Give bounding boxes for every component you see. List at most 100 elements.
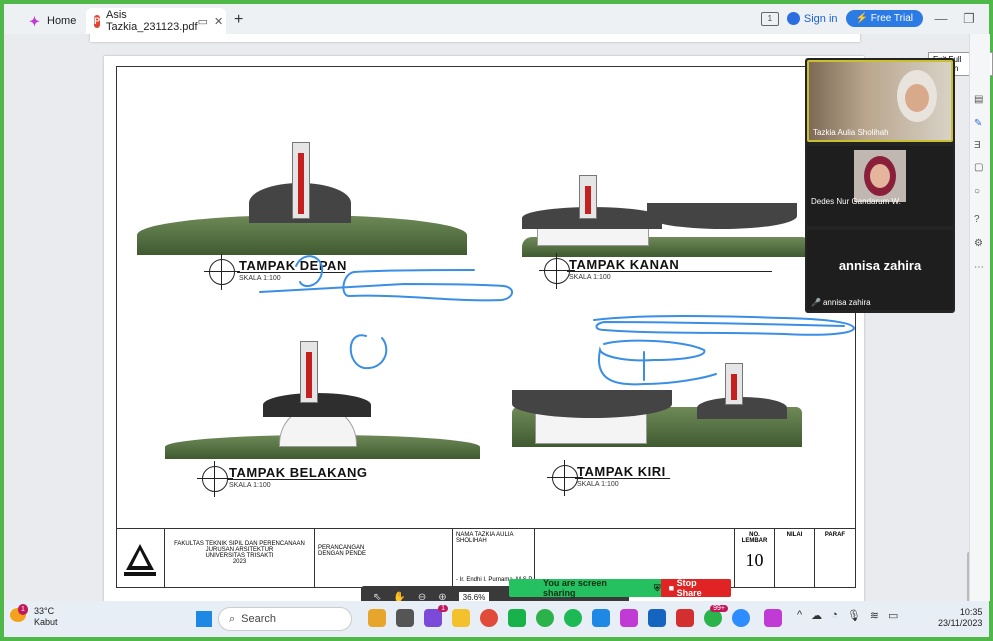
initial-label: PARAF	[824, 532, 846, 538]
home-logo-icon: ✦	[29, 13, 40, 29]
zoom-icon[interactable]	[732, 609, 750, 627]
sign-in-label: Sign in	[803, 12, 838, 25]
tab-document[interactable]: P Asis Tazkia_231123.pdf ▭ ✕	[86, 8, 226, 34]
windows-taskbar: 1 33°C Kabut ⌕ Search 1 99+ ^ ☁ ◔ 🎙 ≋ ▭ …	[4, 601, 989, 637]
grade-cell: NILAI	[775, 529, 815, 587]
mail-icon[interactable]	[592, 609, 610, 627]
participant-3-name: annisa zahira	[822, 298, 871, 307]
tab-bar: ✦ Home P Asis Tazkia_231123.pdf ▭ ✕ + 1 …	[4, 4, 989, 34]
participant-tile-1[interactable]: Tazkia Aulia Sholihah	[807, 60, 953, 142]
title-block: FAKULTAS TEKNIK SIPIL DAN PERENCANAAN JU…	[117, 528, 855, 587]
thumbnail-icon[interactable]: ▤	[974, 94, 983, 105]
weather-badge: 1	[18, 604, 28, 615]
screen-share-bar: You are screen sharing ⛨ ■ Stop Share	[509, 578, 731, 598]
whatsapp-icon[interactable]	[536, 609, 554, 627]
comment-icon[interactable]: ○	[974, 186, 980, 197]
windows-start-icon[interactable]	[196, 611, 212, 627]
settings-icon[interactable]: ⚙	[974, 238, 983, 249]
stop-share-label: Stop Share	[676, 578, 702, 598]
new-tab-button[interactable]: +	[234, 11, 243, 29]
drive-icon[interactable]: ◔	[831, 609, 838, 622]
zoom-level[interactable]: 36.6%	[458, 591, 490, 601]
left-roof	[512, 390, 672, 418]
taskbar-app-2-icon[interactable]	[396, 609, 414, 627]
left-scale: SKALA 1:100	[577, 481, 619, 488]
participant-tile-2[interactable]: Dedes Nur Gandarum W.	[807, 146, 953, 226]
hand-tool-icon[interactable]: ✋	[393, 592, 405, 602]
front-tower	[292, 142, 310, 219]
right-tower	[579, 175, 597, 219]
back-crosshair	[197, 461, 233, 497]
previous-page	[90, 34, 860, 42]
front-underline	[237, 272, 345, 273]
participant-1-face	[905, 84, 929, 112]
microphone-icon[interactable]: 🎙	[847, 609, 861, 622]
participant-2-name: Dedes Nur Gandarum W.	[811, 197, 901, 206]
back-scale: SKALA 1:100	[229, 482, 271, 489]
tab-home[interactable]: ✦ Home	[4, 8, 84, 34]
sign-in-button[interactable]: Sign in	[786, 12, 838, 25]
mic-muted-icon: 🎤	[811, 298, 821, 307]
app-3-badge: 1	[438, 605, 448, 612]
close-tab-icon[interactable]: ✕	[214, 15, 223, 28]
line-icon[interactable]	[508, 609, 526, 627]
system-tray: ^ ☁ ◔ 🎙 ≋ ▭	[797, 609, 898, 622]
stop-share-button[interactable]: ■ Stop Share	[660, 578, 731, 598]
chrome-icon[interactable]	[480, 609, 498, 627]
participant-1-name: Tazkia Aulia Sholihah	[813, 128, 889, 137]
front-scale: SKALA 1:100	[239, 275, 281, 282]
wifi-icon[interactable]: ≋	[870, 609, 879, 622]
text-tool-icon[interactable]: Ǝ	[974, 140, 981, 151]
right-scale: SKALA 1:100	[569, 274, 611, 281]
file-explorer-icon[interactable]	[452, 609, 470, 627]
wps-pdf-icon[interactable]	[764, 609, 782, 627]
participant-tile-3[interactable]: annisa zahira 🎤 annisa zahira	[807, 230, 953, 310]
zoom-out-icon[interactable]: ⊖	[418, 592, 426, 602]
page-count-icon[interactable]: 1	[760, 11, 779, 26]
chevron-up-icon[interactable]: ^	[797, 609, 802, 622]
acrobat-icon[interactable]	[676, 609, 694, 627]
left-underline	[575, 478, 670, 479]
minimize-icon[interactable]: —	[931, 11, 951, 26]
search-icon: ⌕	[229, 612, 236, 625]
share-status: You are screen sharing	[543, 578, 607, 598]
taskbar-clock[interactable]: 10:35 23/11/2023	[938, 607, 982, 629]
participant-3-display-name: annisa zahira	[838, 258, 922, 273]
sheet-no-cell: NO. LEMBAR 10	[735, 529, 775, 587]
clock-date: 23/11/2023	[938, 618, 983, 628]
wps-icon[interactable]	[620, 609, 638, 627]
whatsapp-2-icon[interactable]: 99+	[704, 605, 728, 627]
shield-icon[interactable]: ⛨	[654, 583, 661, 594]
taskbar-search[interactable]: ⌕ Search	[218, 607, 352, 631]
select-tool-icon[interactable]: ⇖	[373, 592, 381, 602]
university-logo	[117, 529, 165, 587]
page-tool-icon[interactable]: ▢	[974, 162, 983, 173]
more-icon[interactable]: ⋯	[974, 262, 984, 273]
tab-comment-icon[interactable]: ▭	[198, 15, 208, 28]
cloud-icon[interactable]: ☁	[811, 609, 822, 622]
participant-2-photo	[854, 150, 906, 202]
free-trial-button[interactable]: ⚡ Free Trial	[845, 10, 923, 27]
annotate-icon[interactable]: ✎	[974, 118, 982, 129]
help-icon[interactable]: ?	[974, 214, 980, 225]
clock-time: 10:35	[959, 607, 983, 617]
restore-icon[interactable]: ❐	[959, 11, 979, 27]
weather-condition: Kabut	[34, 617, 58, 627]
grade-label: NILAI	[786, 532, 803, 538]
taskbar-app-3-icon[interactable]: 1	[424, 605, 448, 627]
app-badge-99: 99+	[710, 605, 728, 612]
pdf-page: TAMPAK DEPAN SKALA 1:100 TAMPAK KANAN SK…	[104, 56, 864, 601]
weather-widget[interactable]: 1 33°C Kabut	[10, 604, 58, 628]
back-underline	[227, 479, 357, 480]
media-icon[interactable]	[648, 609, 666, 627]
zoom-in-icon[interactable]: ⊕	[438, 592, 446, 602]
taskbar-app-1-icon[interactable]	[368, 609, 386, 627]
free-trial-label: Free Trial	[870, 13, 913, 24]
battery-icon[interactable]: ▭	[888, 609, 898, 622]
sheet-no-label: NO. LEMBAR	[741, 532, 768, 544]
project-line2: DENGAN PENDE	[318, 551, 367, 557]
spotify-icon[interactable]	[564, 609, 582, 627]
back-title: TAMPAK BELAKANG	[229, 465, 368, 480]
back-tower	[300, 341, 318, 403]
right-roof-right	[647, 203, 797, 229]
